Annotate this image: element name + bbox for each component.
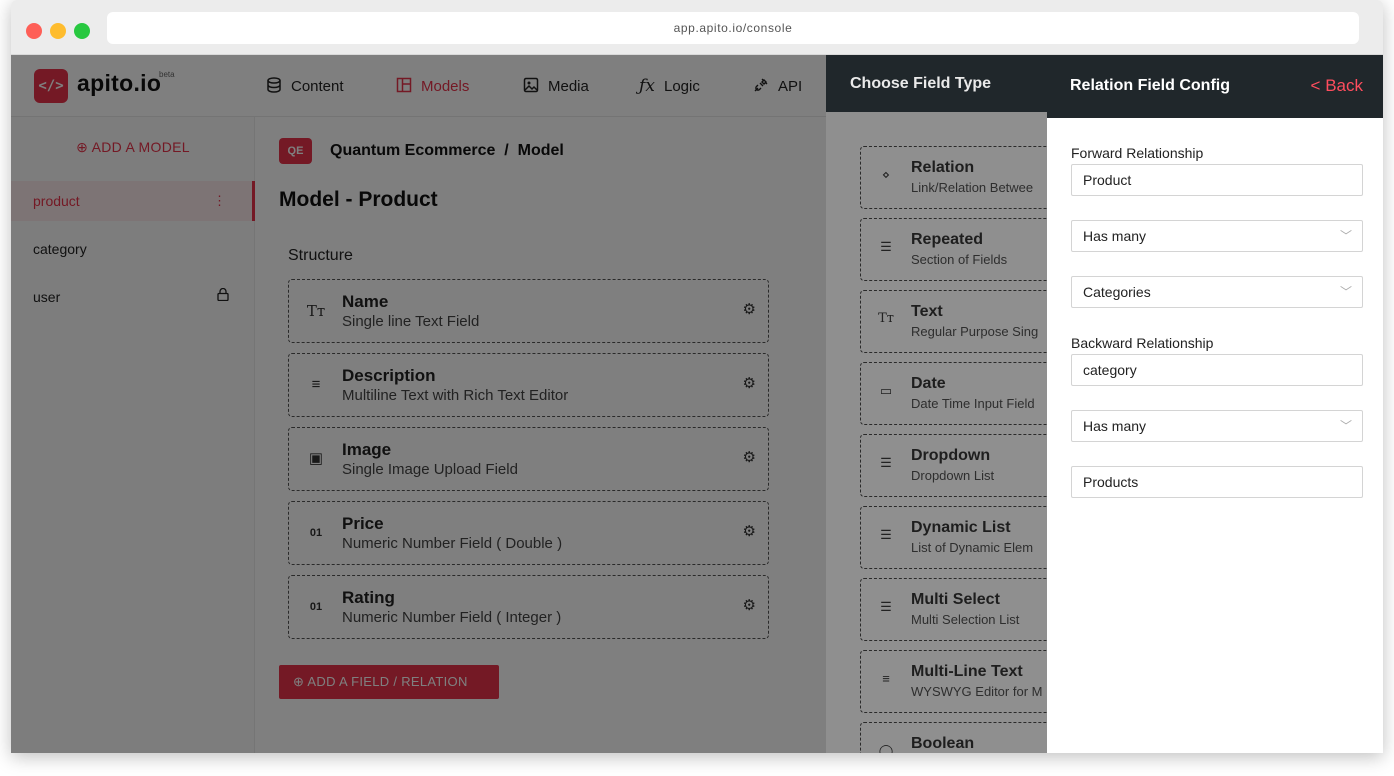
field-type-text[interactable]: Tт Text Regular Purpose Sing [860, 290, 1047, 353]
field-type-name: Date [911, 375, 946, 392]
select-value: Categories [1083, 284, 1151, 300]
relation-icon: ⋄ [881, 167, 891, 182]
select-value: Has many [1083, 418, 1147, 434]
toggle-icon: ◯ [878, 743, 894, 753]
list-icon: ☰ [880, 455, 892, 470]
field-type-date[interactable]: ▭ Date Date Time Input Field [860, 362, 1047, 425]
field-type-desc: WYSWYG Editor for M [911, 684, 1043, 699]
field-type-name: Repeated [911, 231, 984, 248]
modal-backdrop[interactable] [11, 55, 826, 753]
relation-config-panel: Relation Field Config < Back Forward Rel… [1047, 55, 1383, 753]
back-button[interactable]: < Back [1311, 76, 1363, 96]
field-type-name: Relation [911, 159, 975, 176]
field-type-desc: Dropdown List [911, 468, 995, 483]
minimize-window-dot[interactable] [50, 23, 66, 39]
field-type-dynamic-list[interactable]: ☰ Dynamic List List of Dynamic Elem [860, 506, 1047, 569]
field-type-desc: Multi Selection List [911, 612, 1020, 627]
list-icon: ☰ [880, 599, 892, 614]
forward-target-select[interactable]: Categories ﹀ [1071, 276, 1363, 308]
field-type-name: Text [911, 303, 943, 320]
select-value: Has many [1083, 228, 1147, 244]
field-type-repeated[interactable]: ☰ Repeated Section of Fields [860, 218, 1047, 281]
text-icon: Tт [878, 311, 894, 326]
backward-type-select[interactable]: Has many ﹀ [1071, 410, 1363, 442]
field-type-desc: Regular Purpose Sing [911, 324, 1039, 339]
field-type-desc: Section of Fields [911, 252, 1008, 267]
browser-chrome: app.apito.io/console [11, 0, 1383, 55]
field-type-relation[interactable]: ⋄ Relation Link/Relation Betwee [860, 146, 1047, 209]
address-bar[interactable]: app.apito.io/console [107, 12, 1359, 44]
forward-name-input[interactable]: Product [1071, 164, 1363, 196]
calendar-icon: ▭ [879, 383, 893, 398]
field-type-boolean[interactable]: ◯ Boolean [860, 722, 1047, 753]
backward-target-input[interactable]: Products [1071, 466, 1363, 498]
field-type-desc: Link/Relation Betwee [911, 180, 1034, 195]
field-type-list: ⋄ Relation Link/Relation Betwee ☰ Repeat… [826, 112, 1047, 753]
maximize-window-dot[interactable] [74, 23, 90, 39]
repeated-icon: ☰ [880, 239, 892, 254]
chooser-title: Choose Field Type [826, 55, 1047, 112]
field-type-multi-select[interactable]: ☰ Multi Select Multi Selection List [860, 578, 1047, 641]
chevron-down-icon: ﹀ [1339, 285, 1352, 299]
chevron-down-icon: ﹀ [1339, 419, 1352, 433]
field-type-multi-line-text[interactable]: ≡ Multi-Line Text WYSWYG Editor for M [860, 650, 1047, 713]
field-type-name: Boolean [911, 735, 975, 752]
forward-relationship-label: Forward Relationship [1071, 145, 1204, 161]
config-header: Relation Field Config < Back [1047, 55, 1383, 118]
browser-window: app.apito.io/console </> apito.io beta C… [11, 0, 1383, 753]
backward-relationship-label: Backward Relationship [1071, 335, 1214, 351]
field-type-name: Multi-Line Text [911, 663, 1023, 680]
chevron-down-icon: ﹀ [1339, 229, 1352, 243]
paragraph-icon: ≡ [882, 671, 890, 686]
field-type-chooser: Choose Field Type ⋄ Relation Link/Relati… [826, 55, 1047, 753]
backward-name-input[interactable]: category [1071, 354, 1363, 386]
field-type-name: Dynamic List [911, 519, 1011, 536]
list-icon: ☰ [880, 527, 892, 542]
field-type-name: Multi Select [911, 591, 1000, 608]
close-window-dot[interactable] [26, 23, 42, 39]
field-type-name: Dropdown [911, 447, 991, 464]
field-type-desc: Date Time Input Field [911, 396, 1035, 411]
field-type-dropdown[interactable]: ☰ Dropdown Dropdown List [860, 434, 1047, 497]
forward-type-select[interactable]: Has many ﹀ [1071, 220, 1363, 252]
field-type-desc: List of Dynamic Elem [911, 540, 1034, 555]
config-title: Relation Field Config [1070, 77, 1230, 94]
